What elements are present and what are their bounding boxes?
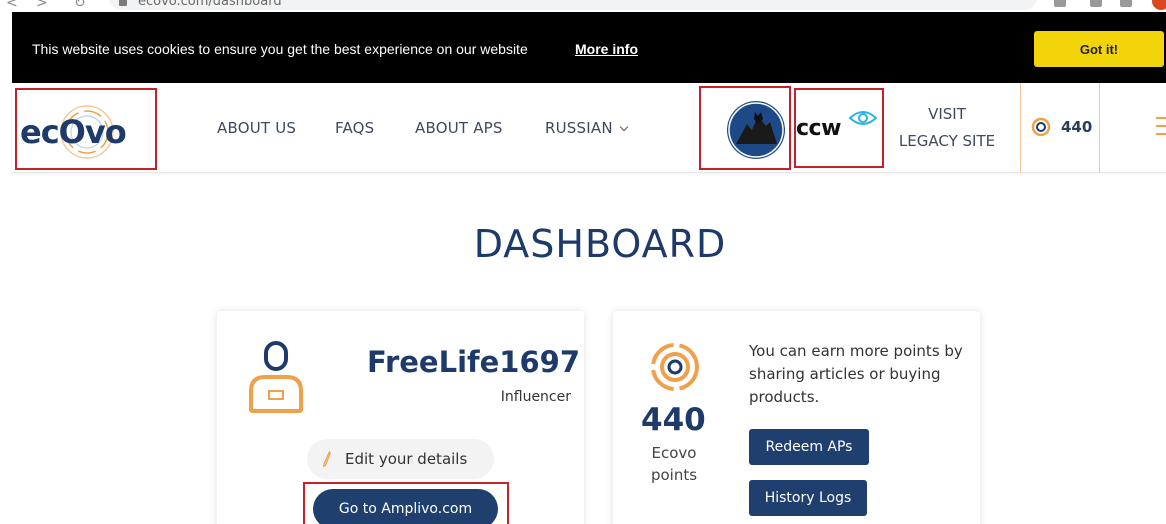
chevron-down-icon xyxy=(619,122,629,132)
cookie-banner: This website uses cookies to ensure you … xyxy=(12,12,1166,83)
points-card: 440 Ecovo points You can earn more point… xyxy=(613,311,980,524)
edit-details-label: Edit your details xyxy=(345,450,468,468)
hamburger-menu-icon[interactable] xyxy=(1152,115,1166,137)
ecovo-logo[interactable]: ecOvo xyxy=(16,89,157,169)
cookie-more-info-link[interactable]: More info xyxy=(575,41,638,57)
profile-username: FreeLife1697 xyxy=(367,345,581,379)
ecovo-logo-text: ecOvo xyxy=(20,113,127,151)
history-logs-button[interactable]: History Logs xyxy=(749,480,867,516)
url-text: ecovo.com/dashboard xyxy=(138,0,282,9)
cookie-accept-button[interactable]: Got it! xyxy=(1034,31,1164,67)
profile-avatar[interactable] xyxy=(1152,0,1166,10)
page: < > ↻ ecovo.com/dashboard This website u… xyxy=(0,0,1166,524)
visit-legacy-site-link[interactable]: VISIT LEGACY SITE xyxy=(896,101,998,155)
points-label: Ecovo points xyxy=(634,442,714,486)
site-header: ecOvo ABOUT US FAQS ABOUT APS RUSSIAN cc… xyxy=(12,83,1166,173)
points-label-line-2: points xyxy=(650,466,698,484)
ccw-logo-text: ccw xyxy=(796,116,841,141)
page-title: DASHBOARD xyxy=(473,222,727,266)
go-to-amplivo-button[interactable]: Go to Amplivo.com xyxy=(313,489,498,524)
ccw-eye-icon xyxy=(848,111,878,125)
header-points-widget[interactable]: 440 xyxy=(1020,83,1100,173)
nav-faqs[interactable]: FAQS xyxy=(335,119,374,137)
browser-toolbar: < > ↻ ecovo.com/dashboard xyxy=(0,0,1166,12)
nav-about-aps[interactable]: ABOUT APS xyxy=(415,119,503,137)
reload-icon[interactable]: ↻ xyxy=(74,0,86,11)
mountain-wolf-logo[interactable] xyxy=(711,86,802,168)
legacy-line-2: LEGACY SITE xyxy=(898,132,996,150)
profile-card: FreeLife1697 Influencer Edit your detail… xyxy=(217,311,584,524)
forward-icon[interactable]: > xyxy=(36,0,48,11)
ecovo-points-icon xyxy=(651,343,699,391)
back-icon[interactable]: < xyxy=(6,0,18,11)
nav-about-us[interactable]: ABOUT US xyxy=(217,119,296,137)
pencil-icon xyxy=(323,450,331,468)
bookmark-icon[interactable] xyxy=(1054,0,1066,7)
language-label: RUSSIAN xyxy=(545,119,613,137)
extension-icon[interactable] xyxy=(1090,0,1102,7)
edit-details-button[interactable]: Edit your details xyxy=(307,439,494,479)
profile-role: Influencer xyxy=(500,389,571,405)
cookie-message: This website uses cookies to ensure you … xyxy=(32,41,528,57)
ccw-logo[interactable]: ccw xyxy=(796,88,884,168)
lock-icon xyxy=(119,0,127,6)
redeem-aps-button[interactable]: Redeem APs xyxy=(749,429,869,465)
puzzle-icon[interactable] xyxy=(1120,0,1132,7)
points-ring-icon xyxy=(1031,117,1051,137)
points-value: 440 xyxy=(641,402,706,438)
earn-points-description: You can earn more points by sharing arti… xyxy=(749,342,963,406)
points-label-line-1: Ecovo xyxy=(651,444,697,462)
nav-language-select[interactable]: RUSSIAN xyxy=(545,119,629,137)
header-points-value: 440 xyxy=(1061,118,1093,136)
user-avatar-icon xyxy=(249,341,303,413)
legacy-line-1: VISIT xyxy=(928,105,966,123)
